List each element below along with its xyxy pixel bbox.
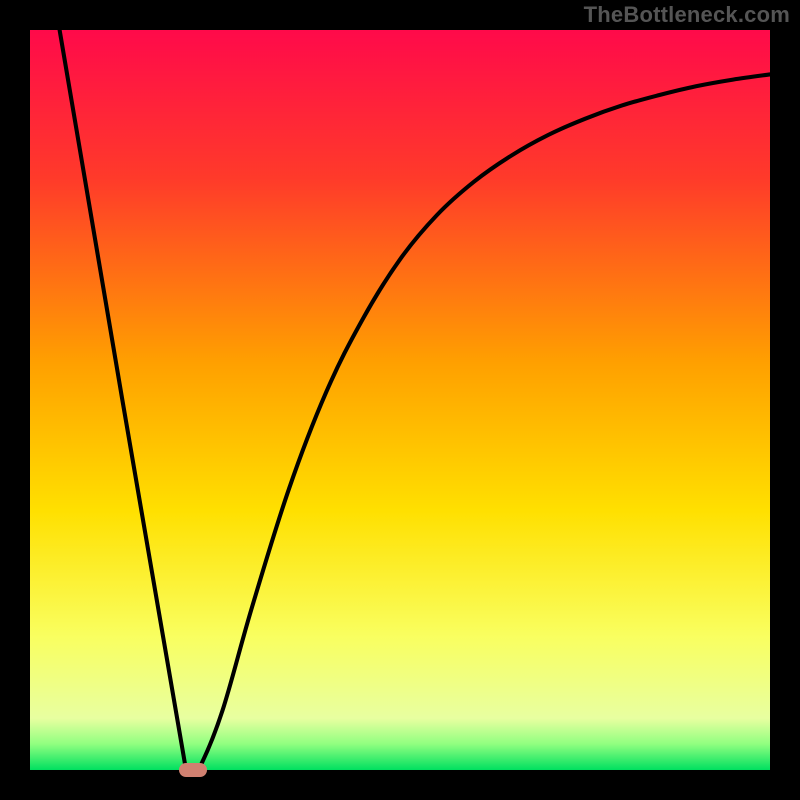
plot-area <box>30 30 770 770</box>
watermark-text: TheBottleneck.com <box>584 2 790 28</box>
minimum-marker <box>179 763 207 777</box>
chart-frame: TheBottleneck.com <box>0 0 800 800</box>
bottleneck-curve <box>60 30 770 770</box>
curve-layer <box>30 30 770 770</box>
